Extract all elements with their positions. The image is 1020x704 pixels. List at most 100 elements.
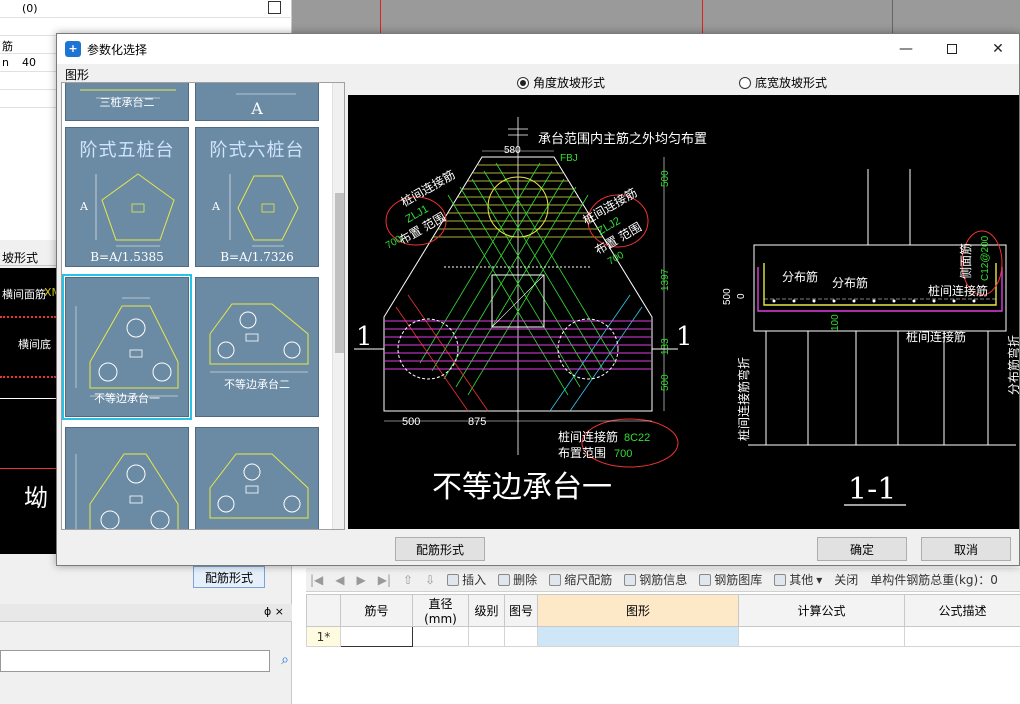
close-window-button[interactable]: ✕: [975, 34, 1020, 64]
note-top: 承台范围内主筋之外均匀布置: [538, 131, 707, 146]
total-weight-label: 单构件钢筋总重(kg)：0: [870, 573, 998, 587]
scale-rebar-button[interactable]: 缩尺配筋: [545, 571, 616, 588]
cad-line: [0, 376, 56, 378]
app-icon: +: [65, 41, 81, 57]
config-button-behind[interactable]: 配筋形式: [193, 566, 265, 588]
thumbnail-scrollbar[interactable]: [332, 83, 344, 529]
cad-view-top: [292, 0, 1020, 34]
grade-cell[interactable]: [468, 626, 505, 647]
maximize-button[interactable]: [929, 34, 975, 64]
diameter-cell[interactable]: [412, 626, 469, 647]
dim-label: 0: [736, 293, 747, 299]
close-button[interactable]: 关闭: [830, 571, 862, 588]
library-icon: [699, 573, 712, 586]
note-bottom-2b: 700: [614, 448, 632, 460]
sec-note-link: 桩间连接筋: [928, 283, 988, 298]
col-header-shape[interactable]: 图形: [537, 594, 739, 627]
last-record-button[interactable]: ▶|: [374, 573, 395, 587]
thumb-unequal-cap-1[interactable]: 不等边承台一: [62, 274, 192, 420]
sec-note-dist1: 分布筋: [782, 269, 818, 284]
next-record-button[interactable]: ▶: [353, 573, 370, 587]
drawing-title: 不等边承台一: [432, 470, 612, 505]
col-header-description[interactable]: 公式描述: [904, 594, 1020, 627]
dialog-title: 参数化选择: [87, 42, 148, 57]
cancel-button[interactable]: 取消: [921, 537, 1011, 561]
col-header-grade[interactable]: 级别: [468, 594, 505, 627]
radio-width-slope[interactable]: 底宽放坡形式: [739, 74, 827, 91]
bar-no-cell[interactable]: [340, 626, 413, 647]
dim-label: 500: [660, 374, 671, 391]
col-header-formula[interactable]: 计算公式: [738, 594, 905, 627]
config-button[interactable]: 配筋形式: [395, 537, 485, 561]
insert-button[interactable]: 插入: [443, 571, 490, 588]
prev-record-button[interactable]: ◀: [331, 573, 348, 587]
note-right-4: 700: [606, 250, 626, 268]
formula-cell[interactable]: [738, 626, 905, 647]
minimize-button[interactable]: —: [883, 34, 929, 64]
sec-note-side: 侧面筋: [958, 243, 973, 279]
svg-text:A: A: [79, 200, 89, 213]
description-cell[interactable]: [904, 626, 1020, 647]
unequal-cap-2-shape-icon: [209, 303, 309, 373]
dim-label: 500: [402, 416, 420, 428]
move-down-button[interactable]: ⇩: [421, 573, 439, 587]
thumb-stepped-six-pile[interactable]: 阶式六桩台 A B=A/1.7326: [195, 127, 319, 267]
sec-note-side-val: C12@200: [980, 235, 991, 281]
radio-angle-slope[interactable]: 角度放坡形式: [517, 74, 605, 91]
col-header-diameter[interactable]: 直径(mm): [412, 594, 469, 627]
scrollbar-thumb[interactable]: [335, 193, 344, 353]
thumb-three-pile-cap-2[interactable]: 三桩承台二: [65, 83, 189, 121]
move-up-button[interactable]: ⇧: [399, 573, 417, 587]
minimize-icon: —: [899, 41, 913, 57]
thumb-stepped-five-pile[interactable]: 阶式五桩台 A B=A/1.5385: [65, 127, 189, 267]
col-header-bar-no[interactable]: 筋号: [340, 594, 413, 627]
shape-no-cell[interactable]: [504, 626, 538, 647]
other-icon: [774, 573, 787, 586]
rebar-info-icon: [624, 573, 637, 586]
other-menu-button[interactable]: 其他 ▾: [770, 571, 826, 588]
note-fbj: FBJ: [560, 153, 578, 164]
thumb-shape-7[interactable]: [65, 427, 189, 529]
radio-dot: [739, 76, 751, 89]
sec-note-dist2: 分布筋: [832, 275, 868, 290]
table-header-row: 筋号 直径(mm) 级别 图号 图形 计算公式 公式描述: [306, 594, 1020, 627]
rebar-info-button[interactable]: 钢筋信息: [620, 571, 691, 588]
hexagon-shape-icon: A: [211, 174, 299, 247]
search-input[interactable]: ⌕: [0, 650, 289, 672]
close-icon: ✕: [992, 41, 1004, 57]
thumb-pile-cap-a[interactable]: A: [195, 83, 319, 121]
ok-button[interactable]: 确定: [817, 537, 907, 561]
shape-group-label: 图形: [65, 68, 90, 82]
property-row: (0): [0, 0, 292, 18]
panel-header: ɸ ×: [0, 604, 292, 622]
rebar-toolbar: |◀ ◀ ▶ ▶| ⇧ ⇩ 插入 删除 缩尺配筋 钢筋信息 钢筋图库 其他 ▾ 关…: [306, 568, 1020, 592]
preview-drawing: 承台范围内主筋之外均匀布置 580 FBJ 桩间连接筋 ZLJ1 布置 范围 7…: [348, 95, 1019, 529]
table-row: 1*: [306, 626, 1020, 647]
dim-label: 875: [468, 416, 486, 428]
first-record-button[interactable]: |◀: [306, 573, 327, 587]
dialog-titlebar[interactable]: + 参数化选择 — ✕: [57, 34, 1019, 64]
dim-label: 1397: [660, 268, 671, 291]
search-icon[interactable]: ⌕: [281, 652, 289, 668]
cad-view-left: 横间面筋 XM 横间底 坳: [0, 268, 56, 554]
insert-icon: [447, 573, 460, 586]
rebar-library-button[interactable]: 钢筋图库: [695, 571, 766, 588]
row-index-cell[interactable]: 1*: [306, 626, 341, 647]
note-left-1: 桩间连接筋: [398, 167, 457, 210]
delete-button[interactable]: 删除: [494, 571, 541, 588]
sec-note-link2: 桩间连接筋: [906, 329, 966, 344]
cad-guide-line: [380, 0, 381, 34]
shape-cell[interactable]: [537, 626, 739, 647]
thumb-unequal-cap-2[interactable]: 不等边承台二: [195, 277, 319, 417]
dim-label: 133: [660, 338, 671, 355]
thumb-shape-8[interactable]: [195, 427, 319, 529]
property-checkbox[interactable]: [268, 1, 281, 14]
panel-pin-close[interactable]: ɸ ×: [264, 605, 284, 618]
section-mark-left: 1: [356, 322, 373, 352]
cad-guide-line: [702, 0, 703, 34]
delete-icon: [498, 573, 511, 586]
cad-line: [0, 468, 56, 469]
col-header-shape-no[interactable]: 图号: [504, 594, 538, 627]
dropdown-arrow-icon: ▾: [816, 572, 823, 587]
rebar-table: 筋号 直径(mm) 级别 图号 图形 计算公式 公式描述 1*: [306, 594, 1020, 647]
